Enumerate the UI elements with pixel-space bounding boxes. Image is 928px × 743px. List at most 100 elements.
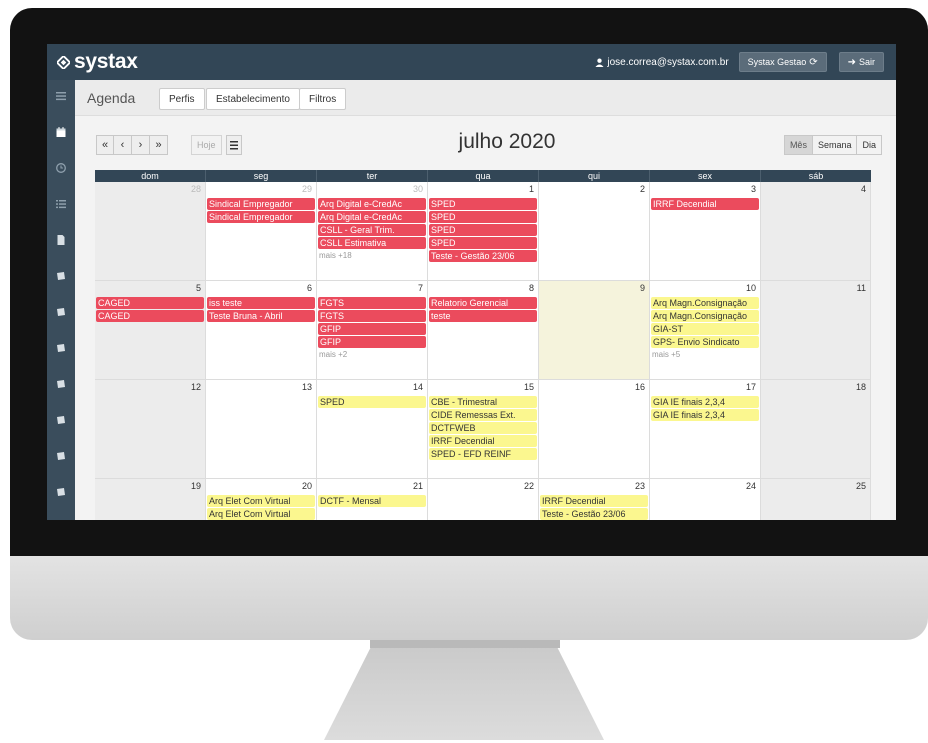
calendar-event[interactable]: Arq Elet Com Virtual (207, 508, 315, 520)
view-month-button[interactable]: Mês (783, 135, 813, 155)
register-icon[interactable] (55, 270, 67, 282)
day-cell[interactable]: 24 (650, 479, 761, 520)
register-icon[interactable] (55, 414, 67, 426)
calendar-event[interactable]: SPED (429, 237, 537, 249)
day-cell[interactable]: 2 (539, 182, 650, 281)
calendar-icon[interactable] (55, 126, 67, 138)
calendar-event[interactable]: teste (429, 310, 537, 322)
calendar-event[interactable]: GIA IE finais 2,3,4 (651, 409, 759, 421)
next-month-button[interactable]: › (132, 135, 150, 155)
day-cell[interactable]: 29 Sindical Empregador Sindical Empregador (206, 182, 317, 281)
calendar-event[interactable]: SPED (318, 396, 426, 408)
logout-button[interactable]: ➜ Sair (838, 52, 884, 72)
day-number[interactable]: 23 (635, 481, 645, 491)
calendar-event[interactable]: Arq Digital e-CredAc (318, 198, 426, 210)
calendar-event[interactable]: GFIP (318, 323, 426, 335)
user-info[interactable]: jose.correa@systax.com.br (595, 57, 729, 68)
calendar-event[interactable]: Arq Magn.Consignação (651, 310, 759, 322)
calendar-event[interactable]: GIA-ST (651, 323, 759, 335)
calendar-event[interactable]: CBE - Trimestral (429, 396, 537, 408)
day-cell[interactable]: 23 IRRF Decendial Teste - Gestão 23/06 (539, 479, 650, 520)
day-number[interactable]: 30 (413, 184, 423, 194)
day-number[interactable]: 28 (191, 184, 201, 194)
day-number[interactable]: 25 (856, 481, 866, 491)
next-year-button[interactable]: » (150, 135, 168, 155)
day-cell[interactable]: 5 CAGED CAGED (95, 281, 206, 380)
calendar-event[interactable]: Teste Bruna - Abril (207, 310, 315, 322)
tab-perfis[interactable]: Perfis (159, 88, 205, 110)
day-number[interactable]: 6 (307, 283, 312, 293)
calendar-event[interactable]: Arq Elet Com Virtual (207, 495, 315, 507)
day-number[interactable]: 20 (302, 481, 312, 491)
clock-icon[interactable] (55, 162, 67, 174)
day-number[interactable]: 19 (191, 481, 201, 491)
day-cell[interactable]: 11 (761, 281, 871, 380)
day-cell[interactable]: 17 GIA IE finais 2,3,4 GIA IE finais 2,3,4 (650, 380, 761, 479)
logo[interactable]: systax (57, 50, 138, 74)
calendar-event[interactable]: IRRF Decendial (540, 495, 648, 507)
day-cell[interactable]: 6 iss teste Teste Bruna - Abril (206, 281, 317, 380)
calendar-event[interactable]: SPED (429, 198, 537, 210)
day-number[interactable]: 24 (746, 481, 756, 491)
day-cell[interactable]: 12 (95, 380, 206, 479)
day-cell[interactable]: 13 (206, 380, 317, 479)
day-number[interactable]: 14 (413, 382, 423, 392)
day-cell[interactable]: 8 Relatorio Gerencial teste (428, 281, 539, 380)
day-number[interactable]: 11 (857, 283, 866, 293)
tab-estabelecimento[interactable]: Estabelecimento (206, 88, 300, 110)
day-number[interactable]: 21 (413, 481, 423, 491)
day-number[interactable]: 15 (524, 382, 534, 392)
day-number[interactable]: 9 (640, 283, 645, 293)
day-cell[interactable]: 7 FGTS FGTS GFIP GFIP mais +2 (317, 281, 428, 380)
day-cell[interactable]: 30 Arq Digital e-CredAc Arq Digital e-Cred… (317, 182, 428, 281)
day-number[interactable]: 12 (191, 382, 201, 392)
menu-icon[interactable] (55, 90, 67, 102)
register-icon[interactable] (55, 378, 67, 390)
day-cell[interactable]: 1 SPED SPED SPED SPED Teste - Gestão 23/06 (428, 182, 539, 281)
more-events-link[interactable]: mais +2 (317, 349, 427, 360)
day-cell[interactable]: 10 Arq Magn.Consignação Arq Magn.Consignaç… (650, 281, 761, 380)
day-number[interactable]: 16 (635, 382, 645, 392)
day-number[interactable]: 1 (529, 184, 534, 194)
day-cell[interactable]: 28 (95, 182, 206, 281)
register-icon[interactable] (55, 342, 67, 354)
day-cell[interactable]: 25 (761, 479, 871, 520)
day-cell[interactable]: 20 Arq Elet Com Virtual Arq Elet Com Virtu… (206, 479, 317, 520)
calendar-event[interactable]: Arq Digital e-CredAc (318, 211, 426, 223)
day-number[interactable]: 2 (640, 184, 645, 194)
calendar-event[interactable]: DCTFWEB (429, 422, 537, 434)
calendar-event[interactable]: DCTF - Mensal (318, 495, 426, 507)
calendar-event[interactable]: GIA IE finais 2,3,4 (651, 396, 759, 408)
day-cell[interactable]: 18 (761, 380, 871, 479)
tab-filtros[interactable]: Filtros (299, 88, 347, 110)
calendar-event[interactable]: Teste - Gestão 23/06 (540, 508, 648, 520)
day-cell[interactable]: 19 (95, 479, 206, 520)
day-number[interactable]: 3 (751, 184, 756, 194)
day-number[interactable]: 5 (196, 283, 201, 293)
calendar-event[interactable]: Arq Magn.Consignação (651, 297, 759, 309)
day-cell[interactable]: 15 CBE - Trimestral CIDE Remessas Ext. DCTF… (428, 380, 539, 479)
day-cell[interactable]: 4 (761, 182, 871, 281)
calendar-event[interactable]: CAGED (96, 297, 204, 309)
calendar-event[interactable]: iss teste (207, 297, 315, 309)
list-view-button[interactable] (226, 135, 242, 155)
document-icon[interactable] (55, 234, 67, 246)
day-number[interactable]: 8 (529, 283, 534, 293)
calendar-event[interactable]: CSLL Estimativa (318, 237, 426, 249)
day-cell[interactable]: 16 (539, 380, 650, 479)
more-events-link[interactable]: mais +5 (650, 349, 760, 360)
calendar-event[interactable]: CAGED (96, 310, 204, 322)
register-icon[interactable] (55, 306, 67, 318)
day-cell[interactable]: 3 IRRF Decendial (650, 182, 761, 281)
day-number[interactable]: 7 (418, 283, 423, 293)
day-cell-today[interactable]: 9 (539, 281, 650, 380)
day-number[interactable]: 17 (746, 382, 756, 392)
view-week-button[interactable]: Semana (812, 135, 858, 155)
calendar-event[interactable]: CIDE Remessas Ext. (429, 409, 537, 421)
calendar-event[interactable]: SPED - EFD REINF (429, 448, 537, 460)
calendar-event[interactable]: Sindical Empregador (207, 198, 315, 210)
more-events-link[interactable]: mais +18 (317, 250, 427, 261)
day-number[interactable]: 29 (302, 184, 312, 194)
register-icon[interactable] (55, 486, 67, 498)
calendar-event[interactable]: SPED (429, 224, 537, 236)
